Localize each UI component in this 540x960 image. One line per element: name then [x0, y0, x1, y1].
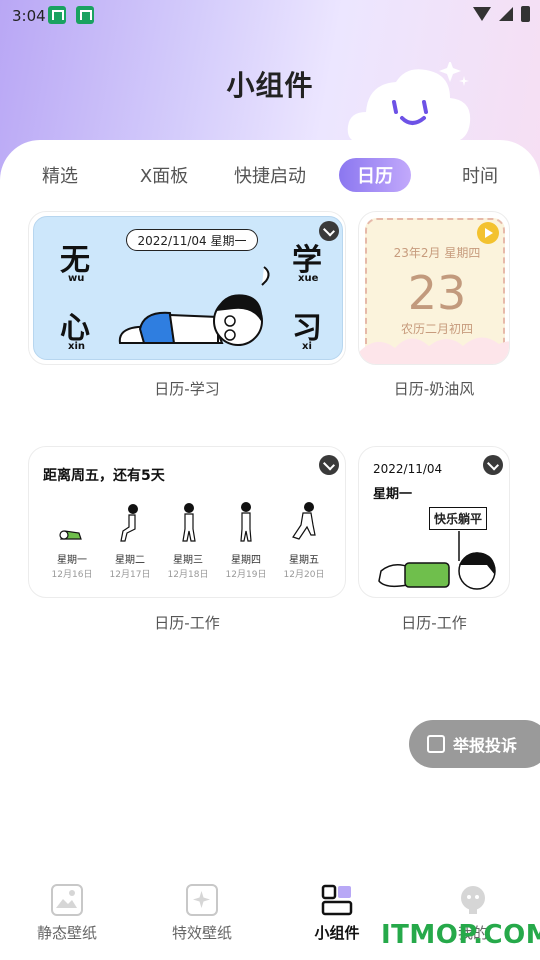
- person-figure-icon: [240, 502, 252, 542]
- weekday-label: 星期四: [231, 555, 261, 566]
- lying-flat-sign: 快乐躺平: [429, 507, 488, 530]
- person-figure-icon: [182, 503, 196, 542]
- image-icon: [51, 884, 83, 916]
- widget-icon: [321, 884, 353, 916]
- nav-live-wallpaper[interactable]: 特效壁纸: [147, 884, 257, 943]
- weekday-date: 12月17日: [109, 570, 151, 580]
- person-figure-icon: [120, 504, 138, 542]
- widget-pinyin: xue: [298, 273, 319, 284]
- widget-caption: 日历-工作: [401, 614, 467, 632]
- weekday-date: 12月16日: [51, 570, 93, 580]
- nav-label: 特效壁纸: [171, 924, 232, 942]
- weekday-label: 星期一: [57, 555, 87, 566]
- category-tabs: 精选 X面板 快捷启动 日历 时间: [0, 158, 540, 194]
- tab-quick-launch[interactable]: 快捷启动: [226, 158, 314, 192]
- tab-x-panel[interactable]: X面板: [134, 158, 194, 192]
- tab-time[interactable]: 时间: [450, 158, 510, 192]
- sparkle-image-icon: [186, 884, 218, 916]
- home-notification-icon: [48, 6, 66, 24]
- nav-static-wallpaper[interactable]: 静态壁纸: [12, 884, 122, 943]
- widget-date: 23年2月 星期四: [393, 246, 481, 260]
- vip-badge-icon: [483, 455, 503, 475]
- home-notification-icon: [76, 6, 94, 24]
- weekday-label: 星期二: [115, 555, 145, 566]
- nav-label: 静态壁纸: [36, 924, 97, 942]
- weekday-label: 星期五: [289, 555, 319, 566]
- weekday-label: 星期三: [173, 555, 203, 566]
- widget-card-cream[interactable]: 23年2月 星期四 23 农历二月初四: [358, 211, 510, 365]
- widget-date-pill: 2022/11/04 星期一: [126, 229, 258, 251]
- cloud-mascot-icon: [347, 62, 471, 142]
- status-time: 3:04: [12, 7, 46, 25]
- play-icon: [477, 222, 499, 244]
- status-bar: 3:04: [0, 0, 540, 32]
- weekday-date: 12月18日: [167, 570, 209, 580]
- watermark: ITMOP.COM: [381, 920, 540, 950]
- nav-widgets[interactable]: 小组件: [282, 884, 392, 943]
- widget-caption: 日历-学习: [154, 380, 220, 398]
- vip-badge-icon: [319, 455, 339, 475]
- person-figure-icon: [59, 530, 82, 540]
- app-screen: { "status_bar": {"time": "3:04"}, "heade…: [0, 0, 540, 960]
- widget-caption: 日历-工作: [154, 614, 220, 632]
- cloud-decoration: [359, 337, 509, 364]
- person-figure-icon: [292, 502, 316, 540]
- battery-icon: [521, 6, 530, 22]
- widget-weekday: 星期一: [373, 487, 413, 502]
- vip-badge-icon: [319, 221, 339, 241]
- report-button[interactable]: 举报投诉: [409, 720, 540, 768]
- widget-preview: 2022/11/04 星期一 无 wu 学 xue 心 xin 习 xi: [33, 216, 343, 360]
- widget-card-work-week[interactable]: 距离周五，还有5天 星期一 12月16日 星期二 12月17日 星期三 12月1…: [28, 446, 346, 598]
- lying-flat-character-illustration: [378, 531, 496, 590]
- tab-featured[interactable]: 精选: [30, 158, 90, 192]
- nav-label: 小组件: [314, 924, 360, 942]
- weekday-date: 12月19日: [225, 570, 267, 580]
- weekday-date: 12月20日: [283, 570, 325, 580]
- tab-calendar[interactable]: 日历: [339, 158, 411, 192]
- edit-icon: [427, 735, 445, 753]
- sleeping-character-illustration: [118, 266, 270, 346]
- widget-day-number: 23: [407, 266, 467, 320]
- widget-pinyin: xin: [68, 341, 85, 352]
- widget-caption: 日历-奶油风: [393, 380, 475, 398]
- profile-icon: [457, 884, 489, 916]
- widget-pinyin: wu: [68, 273, 85, 284]
- wifi-icon: [473, 7, 491, 21]
- widget-card-study[interactable]: 2022/11/04 星期一 无 wu 学 xue 心 xin 习 xi: [28, 211, 346, 365]
- widget-title: 距离周五，还有5天: [43, 468, 165, 484]
- widget-date: 2022/11/04: [373, 462, 443, 476]
- report-label: 举报投诉: [453, 736, 518, 755]
- widget-card-work-day[interactable]: 2022/11/04 星期一 快乐躺平: [358, 446, 510, 598]
- widget-pinyin: xi: [302, 341, 312, 352]
- signal-icon: [499, 7, 513, 21]
